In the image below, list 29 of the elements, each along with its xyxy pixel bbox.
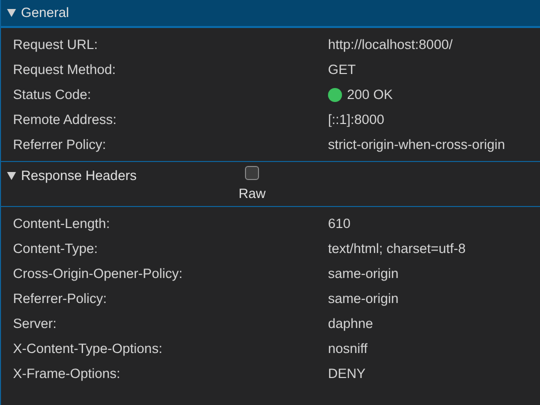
header-value: DENY bbox=[328, 366, 366, 381]
header-value: 200 OK bbox=[347, 87, 393, 102]
header-name: Cross-Origin-Opener-Policy: bbox=[13, 266, 184, 281]
header-value: [::1]:8000 bbox=[328, 112, 384, 127]
header-name: Server: bbox=[13, 316, 58, 331]
header-name: Remote Address: bbox=[13, 112, 118, 127]
header-name: X-Frame-Options: bbox=[13, 366, 122, 381]
header-value: 610 bbox=[328, 216, 351, 231]
caret-icon bbox=[7, 172, 16, 180]
header-name: X-Content-Type-Options: bbox=[13, 341, 164, 356]
raw-checkbox[interactable] bbox=[245, 166, 260, 180]
raw-label: Raw bbox=[238, 186, 266, 201]
caret-icon bbox=[7, 9, 16, 17]
header-name: Referrer Policy: bbox=[13, 137, 108, 152]
header-name: Request Method: bbox=[13, 62, 117, 77]
section-header[interactable]: General bbox=[1, 0, 540, 28]
header-value: GET bbox=[328, 62, 356, 77]
header-value: http://localhost:8000/ bbox=[328, 37, 453, 52]
header-value: same-origin bbox=[328, 291, 399, 306]
header-value: daphne bbox=[328, 316, 374, 331]
header-value: strict-origin-when-cross-origin bbox=[328, 137, 506, 152]
header-value: nosniff bbox=[328, 341, 368, 356]
header-name: Referrer-Policy: bbox=[13, 291, 108, 306]
header-name: Request URL: bbox=[13, 37, 99, 52]
header-value: text/html; charset=utf-8 bbox=[328, 241, 466, 256]
header-name: Status Code: bbox=[13, 87, 92, 102]
header-value: same-origin bbox=[328, 266, 399, 281]
header-name: Content-Length: bbox=[13, 216, 111, 231]
header-name: Content-Type: bbox=[13, 241, 99, 256]
